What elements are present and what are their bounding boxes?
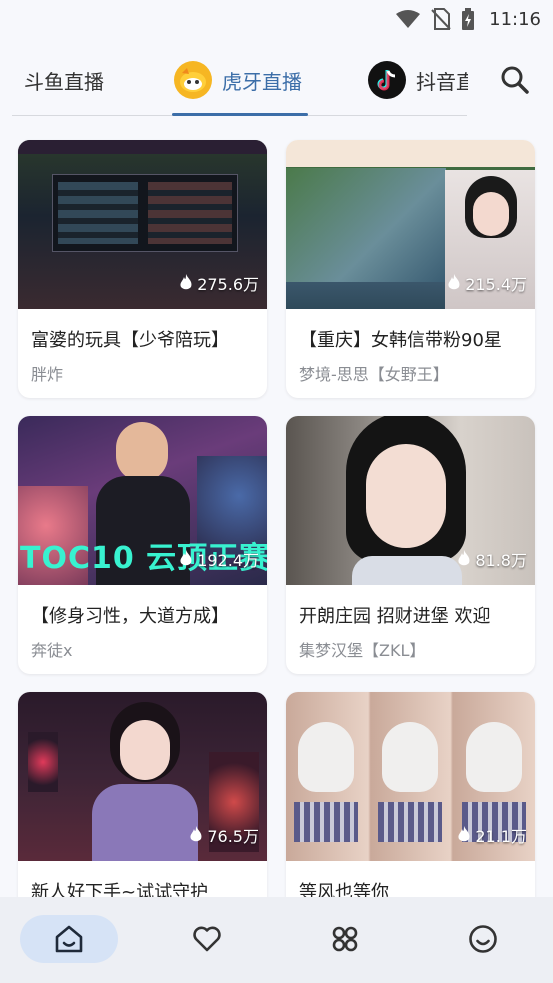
wifi-icon — [396, 10, 421, 28]
platform-tabs: 斗鱼直播 虎牙直播 抖音直播 — [0, 52, 553, 118]
viewer-count: 81.8万 — [457, 547, 527, 571]
home-icon — [55, 925, 83, 953]
tab-huya[interactable]: 虎牙直播 — [174, 52, 302, 108]
flame-icon — [448, 274, 460, 290]
no-sim-icon — [431, 8, 451, 30]
nav-category-button[interactable] — [296, 915, 394, 963]
flame-icon — [180, 274, 192, 290]
tab-douyin[interactable]: 抖音直播 — [368, 52, 468, 108]
nav-home-button[interactable] — [20, 915, 118, 963]
streamer-name: 集梦汉堡【ZKL】 — [299, 641, 426, 660]
search-button[interactable] — [499, 64, 531, 96]
flame-icon — [190, 826, 202, 842]
room-title: 富婆的玩具【少爷陪玩】 — [31, 330, 229, 351]
streamer-name: 奔徒x — [31, 641, 73, 660]
tab-label: 抖音直播 — [416, 69, 468, 94]
room-title: 开朗庄园 招财进堡 欢迎 — [299, 606, 491, 627]
battery-icon — [462, 8, 475, 30]
tab-douyu[interactable]: 斗鱼直播 — [24, 52, 104, 108]
flame-icon — [180, 550, 192, 566]
live-room-card[interactable]: 81.8万 开朗庄园 招财进堡 欢迎 集梦汉堡【ZKL】 — [286, 416, 535, 674]
room-thumbnail: 76.5万 — [18, 692, 267, 861]
status-bar: 11:16 — [0, 0, 553, 38]
flame-icon — [458, 550, 470, 566]
smile-icon — [469, 925, 497, 953]
live-room-card[interactable]: 215.4万 【重庆】女韩信带粉90星 梦境-思思【女野王】 — [286, 140, 535, 398]
search-icon — [501, 66, 529, 94]
douyin-logo-icon — [368, 61, 406, 99]
nav-favorites-button[interactable] — [158, 915, 256, 963]
heart-icon — [193, 926, 221, 952]
tab-label: 斗鱼直播 — [24, 69, 104, 94]
room-title: 【重庆】女韩信带粉90星 — [299, 330, 502, 351]
room-thumbnail: 21.1万 — [286, 692, 535, 861]
viewer-count: 192.4万 — [179, 547, 259, 571]
live-room-card[interactable]: 275.6万 富婆的玩具【少爷陪玩】 胖炸 — [18, 140, 267, 398]
room-thumbnail: 275.6万 — [18, 140, 267, 309]
room-thumbnail: 81.8万 — [286, 416, 535, 585]
clock: 11:16 — [489, 8, 541, 30]
viewer-count: 21.1万 — [457, 823, 527, 847]
streamer-name: 梦境-思思【女野王】 — [299, 365, 449, 384]
room-thumbnail: TOC10 云顶正赛 192.4万 — [18, 416, 267, 585]
room-title: 【修身习性，大道方成】 — [31, 606, 229, 627]
live-room-card[interactable]: TOC10 云顶正赛 192.4万 【修身习性，大道方成】 奔徒x — [18, 416, 267, 674]
viewer-count: 76.5万 — [189, 823, 259, 847]
streamer-name: 胖炸 — [31, 365, 64, 384]
viewer-count: 275.6万 — [179, 271, 259, 295]
flame-icon — [458, 826, 470, 842]
bottom-navigation — [0, 897, 553, 983]
nav-profile-button[interactable] — [434, 915, 532, 963]
tab-label: 虎牙直播 — [222, 69, 302, 94]
active-tab-indicator — [172, 113, 308, 116]
huya-logo-icon — [174, 61, 212, 99]
room-thumbnail: 215.4万 — [286, 140, 535, 309]
category-icon — [332, 926, 358, 952]
viewer-count: 215.4万 — [447, 271, 527, 295]
